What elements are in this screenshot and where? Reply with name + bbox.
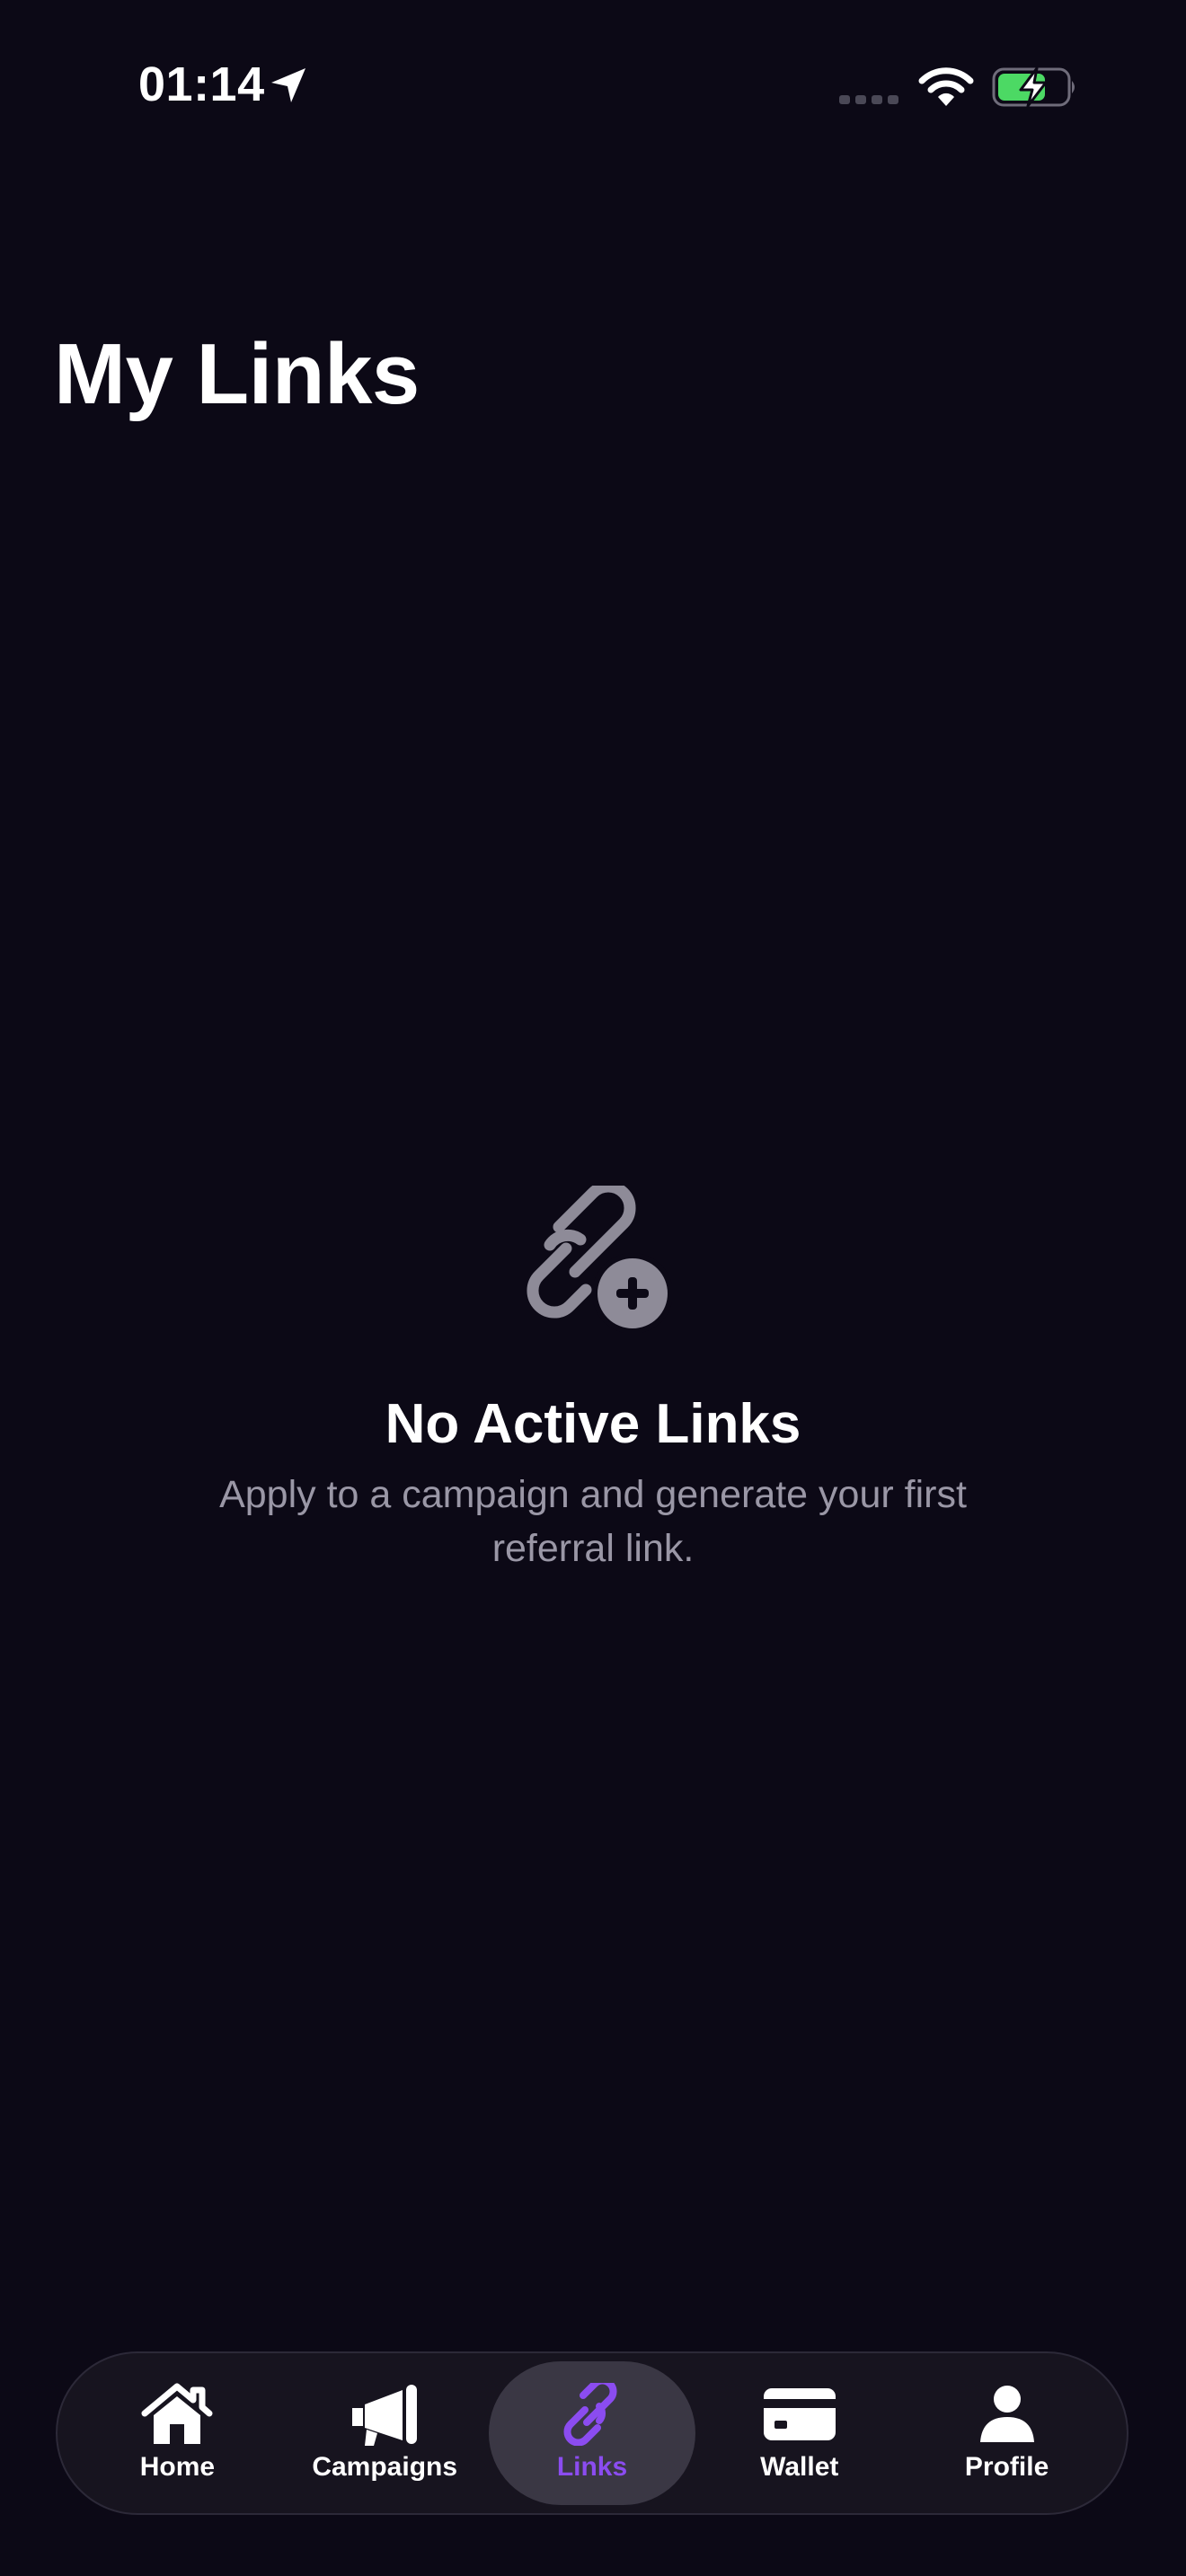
empty-state-title: No Active Links xyxy=(385,1393,801,1455)
status-time: 01:14 xyxy=(138,57,265,111)
cellular-signal-icon xyxy=(839,95,898,104)
empty-state: No Active Links Apply to a campaign and … xyxy=(0,1186,1186,1575)
location-arrow-icon xyxy=(271,68,305,102)
home-icon xyxy=(141,2383,213,2444)
tab-links[interactable]: Links xyxy=(488,2361,696,2505)
tab-wallet[interactable]: Wallet xyxy=(695,2361,903,2505)
credit-card-icon xyxy=(763,2388,836,2440)
tab-label-home: Home xyxy=(139,2452,216,2482)
tab-profile[interactable]: Profile xyxy=(903,2361,1111,2505)
tab-label-profile: Profile xyxy=(964,2452,1049,2482)
tab-label-campaigns: Campaigns xyxy=(312,2452,458,2482)
tab-home[interactable]: Home xyxy=(74,2361,281,2505)
person-icon xyxy=(979,2386,1034,2442)
status-bar: 01:14 xyxy=(0,0,1186,171)
tab-label-wallet: Wallet xyxy=(760,2452,839,2482)
megaphone-icon xyxy=(352,2385,418,2446)
wifi-icon xyxy=(918,67,974,106)
tab-label-links: Links xyxy=(556,2452,628,2482)
battery-charging-icon xyxy=(992,66,1075,108)
page-title: My Links xyxy=(54,326,420,422)
link-plus-icon xyxy=(527,1186,672,1333)
empty-state-subtitle: Apply to a campaign and generate your fi… xyxy=(219,1473,967,1570)
tab-bar: Home Campaigns Links Wallet Profile xyxy=(56,2351,1128,2515)
link-icon xyxy=(563,2383,617,2446)
tab-campaigns[interactable]: Campaigns xyxy=(281,2361,489,2505)
